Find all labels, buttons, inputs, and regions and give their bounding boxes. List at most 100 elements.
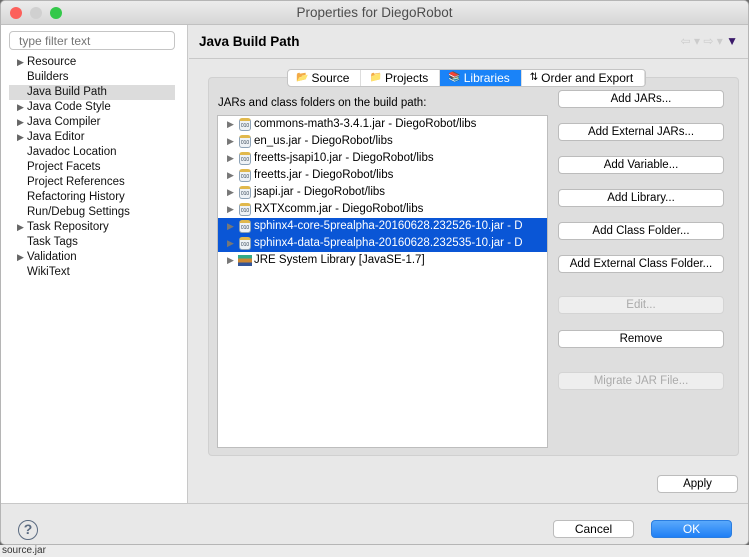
list-label: JARs and class folders on the build path…	[218, 97, 427, 109]
tree-item[interactable]: Project References	[9, 175, 175, 190]
add-external-jars-button[interactable]: Add External JARs...	[558, 123, 724, 141]
add-external-class-folder-button[interactable]: Add External Class Folder...	[558, 255, 724, 273]
expand-triangle-icon[interactable]: ▶	[227, 235, 234, 252]
expand-triangle-icon[interactable]: ▶	[227, 150, 234, 167]
list-item[interactable]: ▶ 010 RXTXcomm.jar - DiegoRobot/libs	[218, 201, 547, 218]
libraries-panel: JARs and class folders on the build path…	[208, 77, 739, 456]
list-item[interactable]: ▶ 010 sphinx4-core-5prealpha-20160628.2325…	[218, 218, 547, 235]
tab-label: Source	[311, 71, 350, 85]
tree-item-label: Java Compiler	[27, 116, 101, 128]
folder-icon: 📁	[369, 72, 382, 83]
expand-triangle-icon[interactable]: ▶	[227, 167, 234, 184]
tree-item[interactable]: Task Tags	[9, 235, 175, 250]
expand-triangle-icon[interactable]: ▶	[17, 55, 24, 70]
tree-item[interactable]: Java Build Path	[9, 85, 175, 100]
back-arrow-icon[interactable]: ⇦	[681, 34, 691, 48]
jar-icon: 010	[239, 135, 251, 148]
tab-projects[interactable]: 📁 Projects	[361, 70, 441, 86]
entry-label: freetts.jar - DiegoRobot/libs	[254, 169, 394, 181]
tree-item[interactable]: Builders	[9, 70, 175, 85]
jar-icon: 010	[239, 220, 251, 233]
tree-item-label: Resource	[27, 56, 77, 68]
cancel-button[interactable]: Cancel	[553, 520, 634, 538]
entry-label: sphinx4-data-5prealpha-20160628.232535-1…	[254, 237, 523, 249]
entry-label: sphinx4-core-5prealpha-20160628.232526-1…	[254, 220, 523, 232]
tree-item[interactable]: ▶ Task Repository	[9, 220, 175, 235]
close-window-button[interactable]	[10, 7, 22, 19]
tree-item[interactable]: ▶ Resource	[9, 55, 175, 70]
help-icon[interactable]: ?	[18, 520, 38, 540]
jar-icon: 010	[239, 152, 251, 165]
entry-label: freetts-jsapi10.jar - DiegoRobot/libs	[254, 152, 434, 164]
expand-triangle-icon[interactable]: ▶	[17, 115, 24, 130]
jar-icon: 010	[239, 169, 251, 182]
tree-item[interactable]: WikiText	[9, 265, 175, 280]
tree-item-label: Project References	[27, 176, 125, 188]
tree-item-label: Project Facets	[27, 161, 101, 173]
source-folder-icon: 📂	[296, 72, 309, 83]
expand-triangle-icon[interactable]: ▶	[227, 201, 234, 218]
list-item[interactable]: ▶ 010 freetts-jsapi10.jar - DiegoRobot/lib…	[218, 150, 547, 167]
list-item[interactable]: ▶ 010 jsapi.jar - DiegoRobot/libs	[218, 184, 547, 201]
expand-triangle-icon[interactable]: ▶	[227, 116, 234, 133]
migrate-jar-file-button[interactable]: Migrate JAR File...	[558, 372, 724, 390]
forward-arrow-icon[interactable]: ⇨	[703, 34, 713, 48]
expand-triangle-icon[interactable]: ▶	[17, 250, 24, 265]
add-library-button[interactable]: Add Library...	[558, 189, 724, 207]
properties-dialog: Properties for DiegoRobot ▶ResourceBuild…	[0, 0, 749, 545]
expand-triangle-icon[interactable]: ▶	[227, 184, 234, 201]
entry-label: commons-math3-3.4.1.jar - DiegoRobot/lib…	[254, 118, 477, 130]
build-path-list[interactable]: ▶ 010 commons-math3-3.4.1.jar - DiegoRobot…	[217, 115, 548, 448]
view-menu-icon[interactable]: ▼	[726, 34, 738, 48]
remove-button[interactable]: Remove	[558, 330, 724, 348]
expand-triangle-icon[interactable]: ▶	[227, 133, 234, 150]
jar-icon: 010	[239, 118, 251, 131]
apply-button[interactable]: Apply	[657, 475, 738, 493]
expand-triangle-icon[interactable]: ▶	[17, 130, 24, 145]
title-bar: Properties for DiegoRobot	[1, 1, 748, 25]
list-item[interactable]: ▶ 010 en_us.jar - DiegoRobot/libs	[218, 133, 547, 150]
list-item[interactable]: ▶ 010 freetts.jar - DiegoRobot/libs	[218, 167, 547, 184]
list-item[interactable]: ▶ 010 commons-math3-3.4.1.jar - DiegoRobot…	[218, 116, 547, 133]
tree-item[interactable]: Project Facets	[9, 160, 175, 175]
tree-item[interactable]: ▶ Java Compiler	[9, 115, 175, 130]
entry-label: JRE System Library [JavaSE-1.7]	[254, 254, 425, 266]
minimize-window-button[interactable]	[30, 7, 42, 19]
add-variable-button[interactable]: Add Variable...	[558, 156, 724, 174]
expand-triangle-icon[interactable]: ▶	[17, 100, 24, 115]
tab-order-and-export[interactable]: ⇅ Order and Export	[522, 70, 646, 86]
library-icon	[238, 255, 252, 266]
books-icon: 📚	[448, 72, 461, 83]
navigation: ⇦ ▾ ⇨ ▾ ▼	[680, 34, 738, 48]
add-jars-button[interactable]: Add JARs...	[558, 90, 724, 108]
zoom-window-button[interactable]	[50, 7, 62, 19]
tab-libraries[interactable]: 📚 Libraries	[440, 70, 522, 86]
tree-item[interactable]: Run/Debug Settings	[9, 205, 175, 220]
entry-label: jsapi.jar - DiegoRobot/libs	[254, 186, 386, 198]
expand-triangle-icon[interactable]: ▶	[227, 218, 234, 235]
tab-source[interactable]: 📂 Source	[288, 70, 362, 86]
window-title: Properties for DiegoRobot	[296, 5, 453, 20]
entry-label: en_us.jar - DiegoRobot/libs	[254, 135, 393, 147]
tree-item-label: Task Tags	[27, 236, 78, 248]
main-pane: Java Build Path ⇦ ▾ ⇨ ▾ ▼ 📂 Source 📁 Projec…	[189, 25, 748, 503]
tree-item-label: Validation	[27, 251, 77, 263]
order-arrows-icon: ⇅	[529, 72, 539, 83]
tree-item[interactable]: ▶ Java Code Style	[9, 100, 175, 115]
tree-item[interactable]: ▶ Validation	[9, 250, 175, 265]
tree-item-label: Java Build Path	[27, 86, 107, 98]
expand-triangle-icon[interactable]: ▶	[17, 220, 24, 235]
list-item[interactable]: ▶ 010 sphinx4-data-5prealpha-20160628.2325…	[218, 235, 547, 252]
add-class-folder-button[interactable]: Add Class Folder...	[558, 222, 724, 240]
tree-item[interactable]: Refactoring History	[9, 190, 175, 205]
list-item[interactable]: ▶ JRE System Library [JavaSE-1.7]	[218, 252, 547, 269]
edit-button[interactable]: Edit...	[558, 296, 724, 314]
ok-button[interactable]: OK	[651, 520, 732, 538]
tree-item[interactable]: ▶ Java Editor	[9, 130, 175, 145]
tree-item-label: Javadoc Location	[27, 146, 117, 158]
tree-item[interactable]: Javadoc Location	[9, 145, 175, 160]
page-header: Java Build Path ⇦ ▾ ⇨ ▾ ▼	[189, 25, 748, 59]
filter-input[interactable]	[9, 31, 175, 50]
tab-bar: 📂 Source 📁 Projects 📚 Libraries ⇅ Order and Exp…	[287, 69, 647, 87]
expand-triangle-icon[interactable]: ▶	[227, 252, 234, 269]
